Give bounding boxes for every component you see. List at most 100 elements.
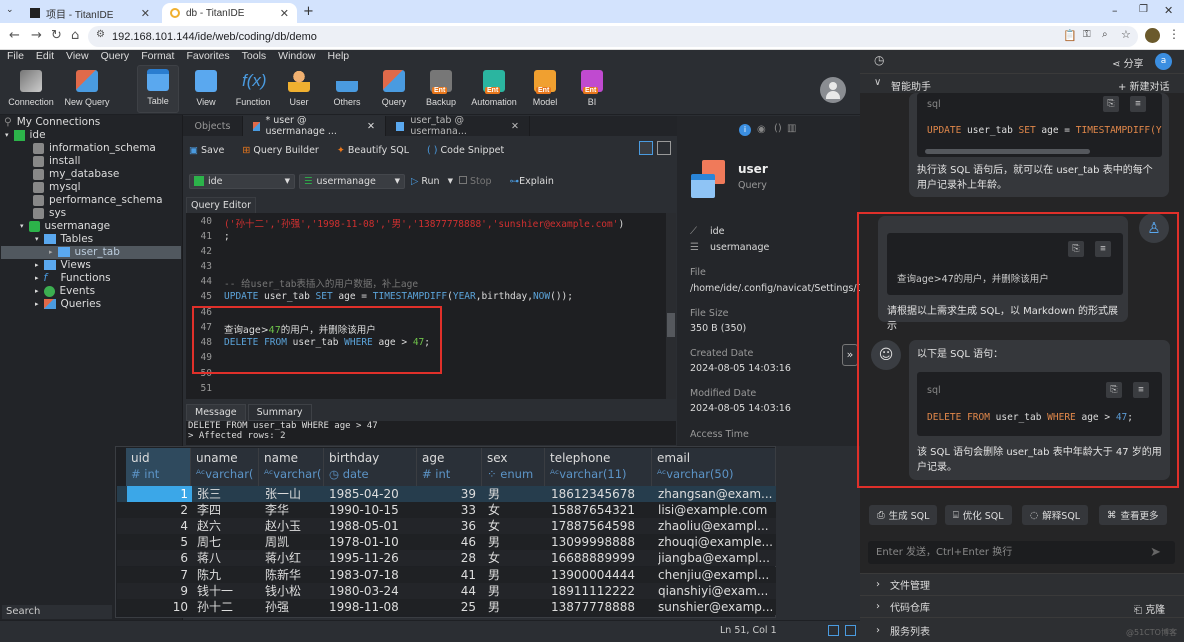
table-cell-sex[interactable]: 女 <box>488 518 546 534</box>
query-editor-tab[interactable]: Query Editor <box>186 197 256 213</box>
run-dropdown-icon[interactable]: ▼ <box>448 177 453 185</box>
tree-queries[interactable]: ▸ Queries <box>35 298 101 310</box>
table-cell-email[interactable]: zhangsan@exam... <box>658 486 776 502</box>
table-cell-sex[interactable]: 女 <box>488 502 546 518</box>
menu-window[interactable]: Window <box>271 50 320 65</box>
table-cell-telephone[interactable]: 13099998888 <box>551 534 653 550</box>
table-cell-email[interactable]: sunshier@examp... <box>658 599 776 615</box>
tree-views[interactable]: ▸ Views <box>35 259 91 271</box>
optimize-sql-button[interactable]: ⌸ 优化 SQL <box>945 505 1012 525</box>
table-cell-telephone[interactable]: 13877778888 <box>551 599 653 615</box>
column-header-email[interactable]: email ᴬᶜvarchar(50) <box>652 448 776 486</box>
table-cell-email[interactable]: chenjiu@exampl... <box>658 567 776 583</box>
run-button[interactable]: ▷ Run <box>411 176 440 187</box>
model-button[interactable]: Ent Model <box>520 65 570 113</box>
others-button[interactable]: Others <box>322 65 372 113</box>
code-snippet-button[interactable]: ( ) Code Snippet <box>427 145 504 156</box>
table-cell-telephone[interactable]: 15887654321 <box>551 502 653 518</box>
menu-view[interactable]: View <box>59 50 94 65</box>
stop-button[interactable]: Stop <box>458 175 492 187</box>
tree-db-mysql[interactable]: mysql <box>33 181 81 193</box>
table-cell-birthday[interactable]: 1998-11-08 <box>329 599 418 615</box>
chat-input[interactable]: Enter 发送，Ctrl+Enter 换行 <box>868 541 1175 564</box>
table-cell-age[interactable]: 25 <box>418 599 480 615</box>
tree-db-information-schema[interactable]: information_schema <box>33 142 156 154</box>
browser-menu-icon[interactable]: ⋮ <box>1168 27 1180 41</box>
editor-scrollbar[interactable] <box>666 213 676 399</box>
table-cell-age[interactable]: 36 <box>418 518 480 534</box>
user-avatar[interactable] <box>820 77 846 103</box>
ddl-icon[interactable]: () <box>774 123 782 134</box>
table-cell-uname[interactable]: 周七 <box>197 534 260 550</box>
layout-horizontal-toggle[interactable] <box>639 141 653 155</box>
browser-tab-project[interactable]: 项目 - TitanIDE ✕ <box>22 3 158 23</box>
reload-icon[interactable]: ↻ <box>51 28 62 43</box>
table-cell-sex[interactable]: 男 <box>488 583 546 599</box>
share-button[interactable]: ⋖ 分享 <box>1112 55 1144 70</box>
minimize-button[interactable]: – <box>1112 4 1118 17</box>
bookmark-star-icon[interactable]: ☆ <box>1121 28 1131 41</box>
connection-select[interactable]: ide ▼ <box>189 173 295 189</box>
section-service-list[interactable]: › 服务列表 @51CTO博客 <box>860 617 1184 642</box>
table-cell-email[interactable]: lisi@example.com <box>658 502 776 518</box>
table-cell-name[interactable]: 李华 <box>265 502 325 518</box>
automation-button[interactable]: Ent Automation <box>466 65 522 113</box>
table-cell-uid[interactable]: 10 <box>127 599 192 615</box>
tree-my-connections[interactable]: ⚲ My Connections <box>4 116 100 128</box>
code-scrollbar[interactable] <box>925 149 1090 154</box>
browser-tab-db[interactable]: db - TitanIDE ✕ <box>162 3 297 23</box>
table-cell-uname[interactable]: 钱十一 <box>197 583 260 599</box>
table-cell-name[interactable]: 张一山 <box>265 486 325 502</box>
save-button[interactable]: ▣ Save <box>189 145 224 156</box>
tab-objects[interactable]: Objects <box>183 116 243 136</box>
table-cell-uname[interactable]: 孙十二 <box>197 599 260 615</box>
clone-button[interactable]: ⎗ 克隆 <box>1134 601 1165 616</box>
column-header-uid[interactable]: uid # int <box>126 448 191 486</box>
view-more-button[interactable]: ⌘ 查看更多 <box>1099 505 1167 525</box>
table-cell-age[interactable]: 44 <box>418 583 480 599</box>
tree-db-my-database[interactable]: my_database <box>33 168 119 180</box>
table-cell-age[interactable]: 39 <box>418 486 480 502</box>
close-tab-icon[interactable]: ✕ <box>367 121 375 132</box>
layout-vertical-toggle[interactable] <box>657 141 671 155</box>
column-header-sex[interactable]: sex ⁘ enum <box>482 448 545 486</box>
table-cell-birthday[interactable]: 1978-01-10 <box>329 534 418 550</box>
tab-user-query[interactable]: * user @ usermanage ... ✕ <box>243 115 386 137</box>
close-tab-icon[interactable]: ✕ <box>141 7 150 20</box>
tree-connection-ide[interactable]: ▾ ide <box>5 129 46 141</box>
table-cell-birthday[interactable]: 1983-07-18 <box>329 567 418 583</box>
table-cell-uname[interactable]: 张三 <box>197 486 260 502</box>
table-cell-name[interactable]: 周凯 <box>265 534 325 550</box>
table-cell-email[interactable]: qianshiyi@exam... <box>658 583 776 599</box>
tree-functions[interactable]: ▸ f Functions <box>35 272 111 284</box>
table-cell-name[interactable]: 蒋小红 <box>265 550 325 566</box>
table-cell-email[interactable]: zhouqi@example... <box>658 534 776 550</box>
column-header-age[interactable]: age # int <box>417 448 482 486</box>
table-cell-sex[interactable]: 男 <box>488 534 546 550</box>
table-row[interactable]: 1 张三 张一山 1985-04-20 39 男 18612345678 zhangsan@e… <box>117 486 776 502</box>
table-cell-age[interactable]: 28 <box>418 550 480 566</box>
table-cell-uid[interactable]: 2 <box>127 502 192 518</box>
tab-message[interactable]: Message <box>186 404 246 421</box>
tree-tables[interactable]: ▾ Tables <box>35 233 93 245</box>
table-row[interactable]: 10 孙十二 孙强 1998-11-08 25 男 13877778888 sunshier@… <box>117 598 776 615</box>
menu-format[interactable]: Format <box>134 50 179 65</box>
forward-icon[interactable]: → <box>31 28 42 43</box>
table-cell-sex[interactable]: 男 <box>488 567 546 583</box>
menu-edit[interactable]: Edit <box>29 50 59 65</box>
database-select[interactable]: ☰ usermanage ▼ <box>299 173 405 189</box>
table-cell-name[interactable]: 钱小松 <box>265 583 325 599</box>
columns-icon[interactable]: ▥ <box>787 123 796 134</box>
table-cell-telephone[interactable]: 18911112222 <box>551 583 653 599</box>
clipboard-icon[interactable]: 📋 <box>1063 29 1077 42</box>
table-cell-birthday[interactable]: 1990-10-15 <box>329 502 418 518</box>
table-cell-uid[interactable]: 5 <box>127 534 192 550</box>
explain-sql-button[interactable]: ◌ 解释SQL <box>1022 505 1089 525</box>
table-cell-age[interactable]: 41 <box>418 567 480 583</box>
new-query-button[interactable]: New Query <box>61 65 113 113</box>
collapse-panel-button[interactable]: » <box>842 344 858 366</box>
tree-search-input[interactable]: Search <box>2 605 112 619</box>
backup-button[interactable]: Ent Backup <box>416 65 466 113</box>
beautify-sql-button[interactable]: ✦ Beautify SQL <box>337 145 409 156</box>
home-icon[interactable]: ⌂ <box>71 28 79 43</box>
